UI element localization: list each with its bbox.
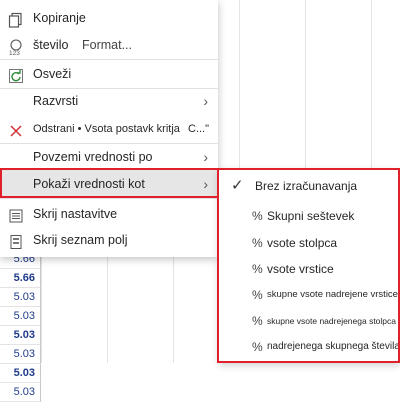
menu-item-label-suffix: C..." xyxy=(188,123,210,135)
refresh-icon xyxy=(8,66,24,83)
chevron-right-icon: › xyxy=(203,149,208,165)
cell[interactable]: 5.03 xyxy=(0,326,41,345)
cell[interactable]: 5.03 xyxy=(0,364,41,383)
menu-item-label: Osveži xyxy=(33,67,72,81)
cell[interactable]: 5.03 xyxy=(0,345,41,364)
menu-item-hide-field-list[interactable]: Skrij seznam polj xyxy=(0,226,218,254)
copy-icon xyxy=(8,10,24,28)
menu-item-sort[interactable]: Razvrsti › xyxy=(0,87,218,115)
cell[interactable]: 5.03 xyxy=(0,307,41,326)
menu-item-label: Razvrsti xyxy=(33,94,79,108)
context-menu: Kopiranje 123 število Format... Osveži R… xyxy=(0,0,218,257)
list-settings-icon xyxy=(8,206,24,223)
highlight-box-submenu xyxy=(217,168,400,363)
menu-item-remove-field[interactable]: Odstrani • Vsota postavk kritja C..." xyxy=(0,115,218,143)
value-column: 5.66 5.66 5.03 5.03 5.03 5.03 5.03 5.03 xyxy=(0,250,41,402)
format-label: Format... xyxy=(82,38,133,52)
menu-separator xyxy=(0,198,218,199)
remove-icon xyxy=(8,121,24,137)
highlight-box-menu-item xyxy=(0,168,219,198)
menu-item-label: Skrij nastavitve xyxy=(33,207,118,221)
field-list-icon xyxy=(8,232,24,249)
cell[interactable]: 5.66 xyxy=(0,269,41,288)
menu-item-label: Skrij seznam polj xyxy=(33,233,128,247)
menu-item-label: Kopiranje xyxy=(33,11,86,25)
number-format-icon: 123 xyxy=(8,37,24,57)
menu-item-refresh[interactable]: Osveži xyxy=(0,60,218,88)
cell[interactable]: 5.03 xyxy=(0,288,41,307)
cell[interactable]: 5.03 xyxy=(0,383,41,402)
menu-item-label: Povzemi vrednosti po xyxy=(33,150,153,164)
svg-text:123: 123 xyxy=(9,50,20,55)
chevron-right-icon: › xyxy=(203,93,208,109)
menu-item-copy[interactable]: Kopiranje xyxy=(0,4,218,32)
menu-item-hide-subtotals[interactable]: Skrij nastavitve xyxy=(0,200,218,228)
menu-item-summarize-values[interactable]: Povzemi vrednosti po › xyxy=(0,143,218,171)
menu-item-label: Odstrani • Vsota postavk kritja xyxy=(33,123,180,135)
menu-item-label: število xyxy=(33,38,69,52)
menu-item-number-format[interactable]: 123 število Format... xyxy=(0,31,218,59)
